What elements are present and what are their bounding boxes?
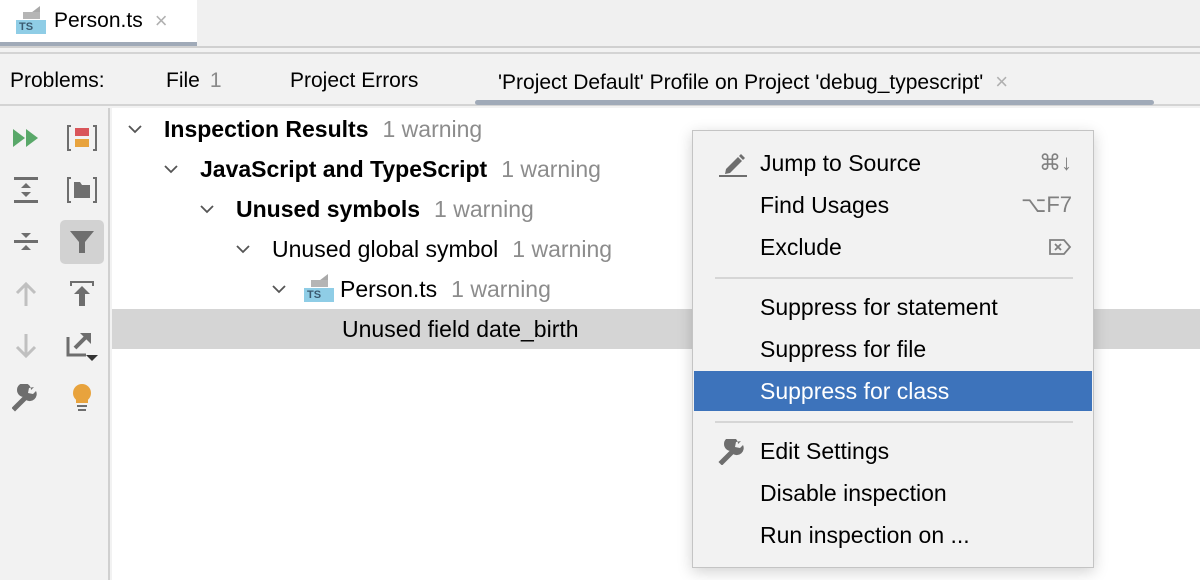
rerun-button[interactable] [4, 116, 48, 160]
filter-icon [70, 231, 94, 253]
chevron-down-icon[interactable] [200, 202, 214, 216]
tree-node-label: Unused field date_birth [342, 315, 579, 342]
tab-count: 1 [209, 69, 222, 92]
typescript-file-icon: TS [304, 274, 334, 304]
tree-node-label: Inspection Results [164, 115, 369, 142]
export-icon [70, 281, 94, 306]
menu-item-edit-settings[interactable]: Edit Settings [694, 431, 1092, 471]
context-menu: Jump to Source ⌘↓ Find Usages ⌥F7 Exclud… [692, 130, 1094, 568]
wrench-icon [12, 384, 37, 412]
filter-button[interactable] [60, 220, 104, 264]
shortcut: ⌘↓ [1039, 150, 1072, 175]
menu-item-label: Suppress for file [760, 335, 927, 362]
problems-header: Problems: File 1 Project Errors 'Project … [0, 54, 1200, 106]
autoscroll-to-source-icon [66, 333, 98, 361]
menu-item-suppress-file[interactable]: Suppress for file [694, 329, 1092, 369]
tab-project-errors[interactable]: Project Errors [290, 69, 418, 93]
problems-title: Problems: [10, 69, 105, 92]
expand-all-button[interactable] [4, 168, 48, 212]
group-by-directory-icon [67, 177, 97, 203]
next-problem-icon [15, 334, 37, 359]
menu-separator [715, 421, 1073, 423]
group-by-severity-icon [67, 125, 97, 151]
close-tab-icon[interactable]: × [155, 8, 168, 34]
menu-item-label: Disable inspection [760, 479, 947, 506]
quick-fix-bulb-icon [73, 384, 91, 411]
menu-item-disable-inspection[interactable]: Disable inspection [694, 473, 1092, 513]
chevron-down-icon[interactable] [164, 162, 178, 176]
group-by-directory-button[interactable] [60, 168, 104, 212]
editor-tab-title: Person.ts [54, 9, 143, 32]
rerun-icon [13, 129, 38, 147]
chevron-down-icon[interactable] [272, 282, 286, 296]
close-tab-icon[interactable]: × [995, 69, 1008, 94]
menu-item-run-inspection[interactable]: Run inspection on ... [694, 515, 1092, 555]
tree-node-label: JavaScript and TypeScript [200, 155, 488, 182]
menu-item-suppress-class[interactable]: Suppress for class [694, 371, 1092, 411]
export-button[interactable] [60, 272, 104, 316]
tab-file[interactable]: File 1 [166, 69, 222, 93]
wrench-icon [718, 439, 744, 465]
pencil-icon [719, 154, 747, 177]
menu-item-suppress-statement[interactable]: Suppress for statement [694, 287, 1092, 327]
shortcut: ⌥F7 [1020, 192, 1072, 217]
menu-item-label: Suppress for class [760, 377, 950, 404]
warning-count: 1 warning [451, 275, 551, 302]
tab-inspection-profile[interactable]: 'Project Default' Profile on Project 'de… [498, 69, 1008, 95]
autoscroll-to-source-button[interactable] [60, 324, 104, 368]
menu-item-label: Suppress for statement [760, 293, 998, 320]
tab-label: 'Project Default' Profile on Project 'de… [498, 71, 984, 94]
next-problem-button[interactable] [4, 324, 48, 368]
previous-problem-button[interactable] [4, 272, 48, 316]
editor-tab-person-ts[interactable]: TS Person.ts × [0, 0, 197, 46]
menu-item-label: Jump to Source [760, 149, 922, 176]
editor-tab-bar: TS Person.ts × [0, 0, 1200, 48]
tree-node-label: Unused symbols [236, 195, 421, 222]
active-tab-indicator [475, 100, 1154, 105]
delete-key-icon [1049, 239, 1072, 255]
warning-count: 1 warning [434, 195, 534, 222]
menu-item-label: Edit Settings [760, 437, 890, 464]
menu-separator [715, 277, 1073, 279]
group-by-severity-button[interactable] [60, 116, 104, 160]
warning-count: 1 warning [501, 155, 601, 182]
tab-label: Project Errors [290, 69, 419, 92]
warning-count: 1 warning [512, 235, 613, 262]
inspection-toolbar [0, 108, 110, 580]
quick-fix-button[interactable] [60, 376, 104, 420]
menu-item-label: Find Usages [760, 191, 890, 218]
collapse-all-icon [14, 233, 38, 250]
tab-label: File [166, 69, 200, 92]
menu-item-exclude[interactable]: Exclude [694, 227, 1092, 267]
menu-item-find-usages[interactable]: Find Usages ⌥F7 [694, 185, 1092, 225]
menu-item-label: Run inspection on ... [760, 521, 970, 548]
edit-settings-button[interactable] [4, 376, 48, 420]
tree-node-label: Unused global symbol [272, 235, 499, 262]
typescript-file-icon: TS [16, 6, 46, 36]
menu-item-jump-to-source[interactable]: Jump to Source ⌘↓ [694, 143, 1092, 183]
expand-all-icon [14, 177, 38, 203]
tree-node-label: Person.ts [340, 275, 438, 302]
collapse-all-button[interactable] [4, 220, 48, 264]
warning-count: 1 warning [382, 115, 483, 142]
chevron-down-icon[interactable] [236, 242, 250, 256]
menu-item-label: Exclude [760, 233, 842, 260]
chevron-down-icon[interactable] [128, 122, 142, 136]
previous-problem-icon [15, 281, 37, 306]
